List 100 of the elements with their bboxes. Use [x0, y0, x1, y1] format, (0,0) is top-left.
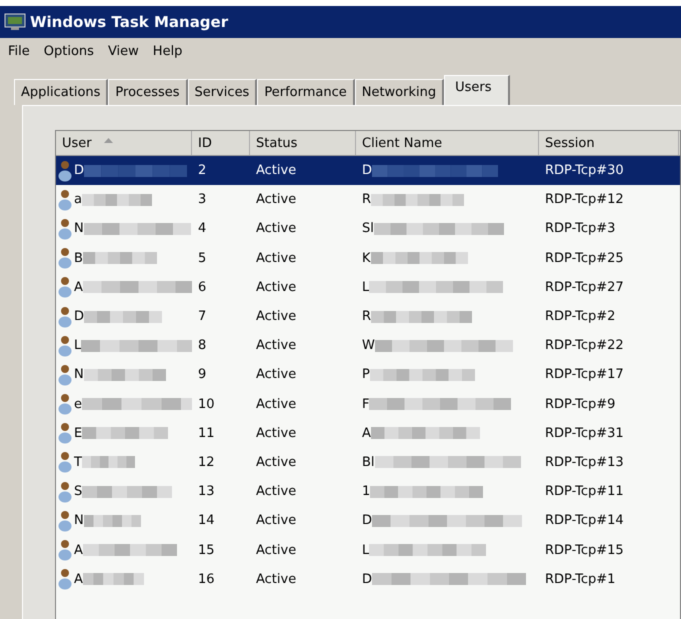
table-cell: 14 — [198, 513, 215, 528]
table-cell: F — [362, 396, 370, 412]
user-icon — [58, 218, 72, 240]
table-cell: 12 — [198, 454, 215, 470]
table-cell: Active — [256, 572, 296, 587]
table-row[interactable]: N 14 Active D RDP-Tcp#14 — [56, 506, 680, 536]
pixelated-redaction — [82, 454, 135, 470]
table-row[interactable]: e 10 Active F RDP-Tcp#9 — [56, 390, 680, 419]
table-cell: D — [74, 309, 84, 324]
monitor-icon — [4, 13, 26, 31]
table-cell: Active — [256, 484, 296, 500]
menu-item[interactable]: View — [108, 44, 139, 59]
user-icon — [58, 160, 72, 182]
table-row[interactable]: B 5 Active K RDP-Tcp#25 — [56, 244, 680, 273]
table-cell: D — [74, 163, 84, 178]
menu-item[interactable]: File — [8, 44, 30, 59]
table-row[interactable]: A 6 Active L RDP-Tcp#27 — [56, 272, 680, 302]
user-icon — [58, 451, 72, 474]
tab[interactable]: Services — [188, 79, 258, 105]
user-icon — [58, 393, 72, 416]
table-cell: RDP-Tcp#9 — [545, 396, 616, 412]
table-row[interactable]: E 11 Active A RDP-Tcp#31 — [56, 418, 680, 448]
table-cell: Active — [256, 338, 296, 354]
window-title: Windows Task Manager — [30, 13, 228, 31]
table-cell: RDP-Tcp#22 — [545, 338, 624, 354]
table-cell: L — [362, 542, 370, 558]
column-header[interactable]: Client Name — [356, 131, 539, 155]
user-icon — [58, 276, 72, 298]
table-cell: e — [74, 396, 82, 412]
table-cell: Active — [256, 221, 296, 236]
table-cell: Bl — [362, 454, 375, 470]
table-cell: 13 — [198, 484, 215, 500]
table-cell: RDP-Tcp#12 — [545, 192, 624, 208]
user-icon — [58, 568, 72, 590]
table-cell: RDP-Tcp#27 — [545, 280, 624, 295]
table-cell: D — [362, 513, 372, 528]
column-header[interactable]: Session — [539, 131, 679, 155]
tab[interactable]: Users — [444, 75, 510, 105]
table-row[interactable]: T 12 Active Bl RDP-Tcp#13 — [56, 448, 680, 478]
table-cell: RDP-Tcp#13 — [545, 454, 624, 470]
pixelated-redaction — [82, 571, 144, 588]
table-row[interactable]: A 15 Active L RDP-Tcp#15 — [56, 535, 680, 565]
table-cell: Active — [256, 396, 296, 412]
table-cell: 9 — [198, 367, 206, 382]
user-icon — [58, 480, 72, 503]
table-cell: E — [74, 426, 82, 441]
table-row[interactable]: D 7 Active R RDP-Tcp#2 — [56, 302, 680, 332]
column-header[interactable]: Status — [250, 131, 356, 155]
table-row[interactable]: L 8 Active W RDP-Tcp#22 — [56, 331, 680, 360]
table-row[interactable]: N 4 Active Sl RDP-Tcp#3 — [56, 214, 680, 244]
table-cell: 5 — [198, 250, 206, 266]
table-cell: RDP-Tcp#15 — [545, 542, 624, 558]
user-icon — [58, 364, 72, 386]
table-cell: A — [74, 542, 83, 558]
user-icon — [58, 510, 72, 532]
table-cell: B — [74, 250, 83, 266]
tab[interactable]: Processes — [108, 79, 188, 105]
column-header[interactable]: ID — [192, 131, 250, 155]
tab[interactable]: Performance — [257, 79, 355, 105]
table-cell: S — [74, 484, 82, 500]
table-cell: R — [362, 192, 372, 208]
table-cell: RDP-Tcp#31 — [545, 426, 624, 441]
table-row[interactable]: N 9 Active P RDP-Tcp#17 — [56, 360, 680, 390]
table-cell: P — [362, 367, 370, 382]
user-icon — [58, 422, 72, 444]
table-cell: A — [74, 572, 83, 587]
tab[interactable]: Networking — [354, 79, 444, 105]
table-cell: Active — [256, 280, 296, 295]
user-icon — [58, 539, 72, 562]
table-cell: 15 — [198, 542, 215, 558]
table-cell: Active — [256, 192, 296, 208]
table-row[interactable]: a 3 Active R RDP-Tcp#12 — [56, 185, 680, 214]
table-cell: Sl — [362, 221, 374, 236]
table-cell: Active — [256, 513, 296, 528]
table-row[interactable]: S 13 Active 1 RDP-Tcp#11 — [56, 477, 680, 506]
table-cell: Active — [256, 454, 296, 470]
table-cell: RDP-Tcp#1 — [545, 572, 616, 587]
table-row[interactable]: A 16 Active D RDP-Tcp#1 — [56, 564, 680, 594]
table-cell: 8 — [198, 338, 206, 354]
table-cell: 10 — [198, 396, 215, 412]
table-cell: R — [362, 309, 372, 324]
table-cell: 7 — [198, 309, 206, 324]
table-cell: Active — [256, 309, 296, 324]
table-row[interactable]: D 2 Active D RDP-Tcp#30 — [56, 156, 680, 186]
table-cell: RDP-Tcp#30 — [545, 163, 624, 178]
sort-arrow-icon — [104, 138, 113, 142]
table-cell: N — [74, 221, 84, 236]
table-cell: D — [362, 572, 372, 587]
table-cell: D — [362, 163, 372, 178]
column-header[interactable]: User — [56, 131, 192, 155]
table-cell: 2 — [198, 163, 206, 178]
pixelated-redaction — [84, 512, 141, 529]
user-icon — [58, 247, 72, 270]
menu-item[interactable]: Options — [44, 44, 94, 59]
menu-item[interactable]: Help — [152, 44, 182, 59]
pixelated-redaction — [82, 192, 152, 208]
tab[interactable]: Applications — [14, 79, 108, 105]
table-cell: 3 — [198, 192, 206, 208]
table-cell: A — [362, 426, 371, 441]
table-cell: Active — [256, 163, 296, 178]
